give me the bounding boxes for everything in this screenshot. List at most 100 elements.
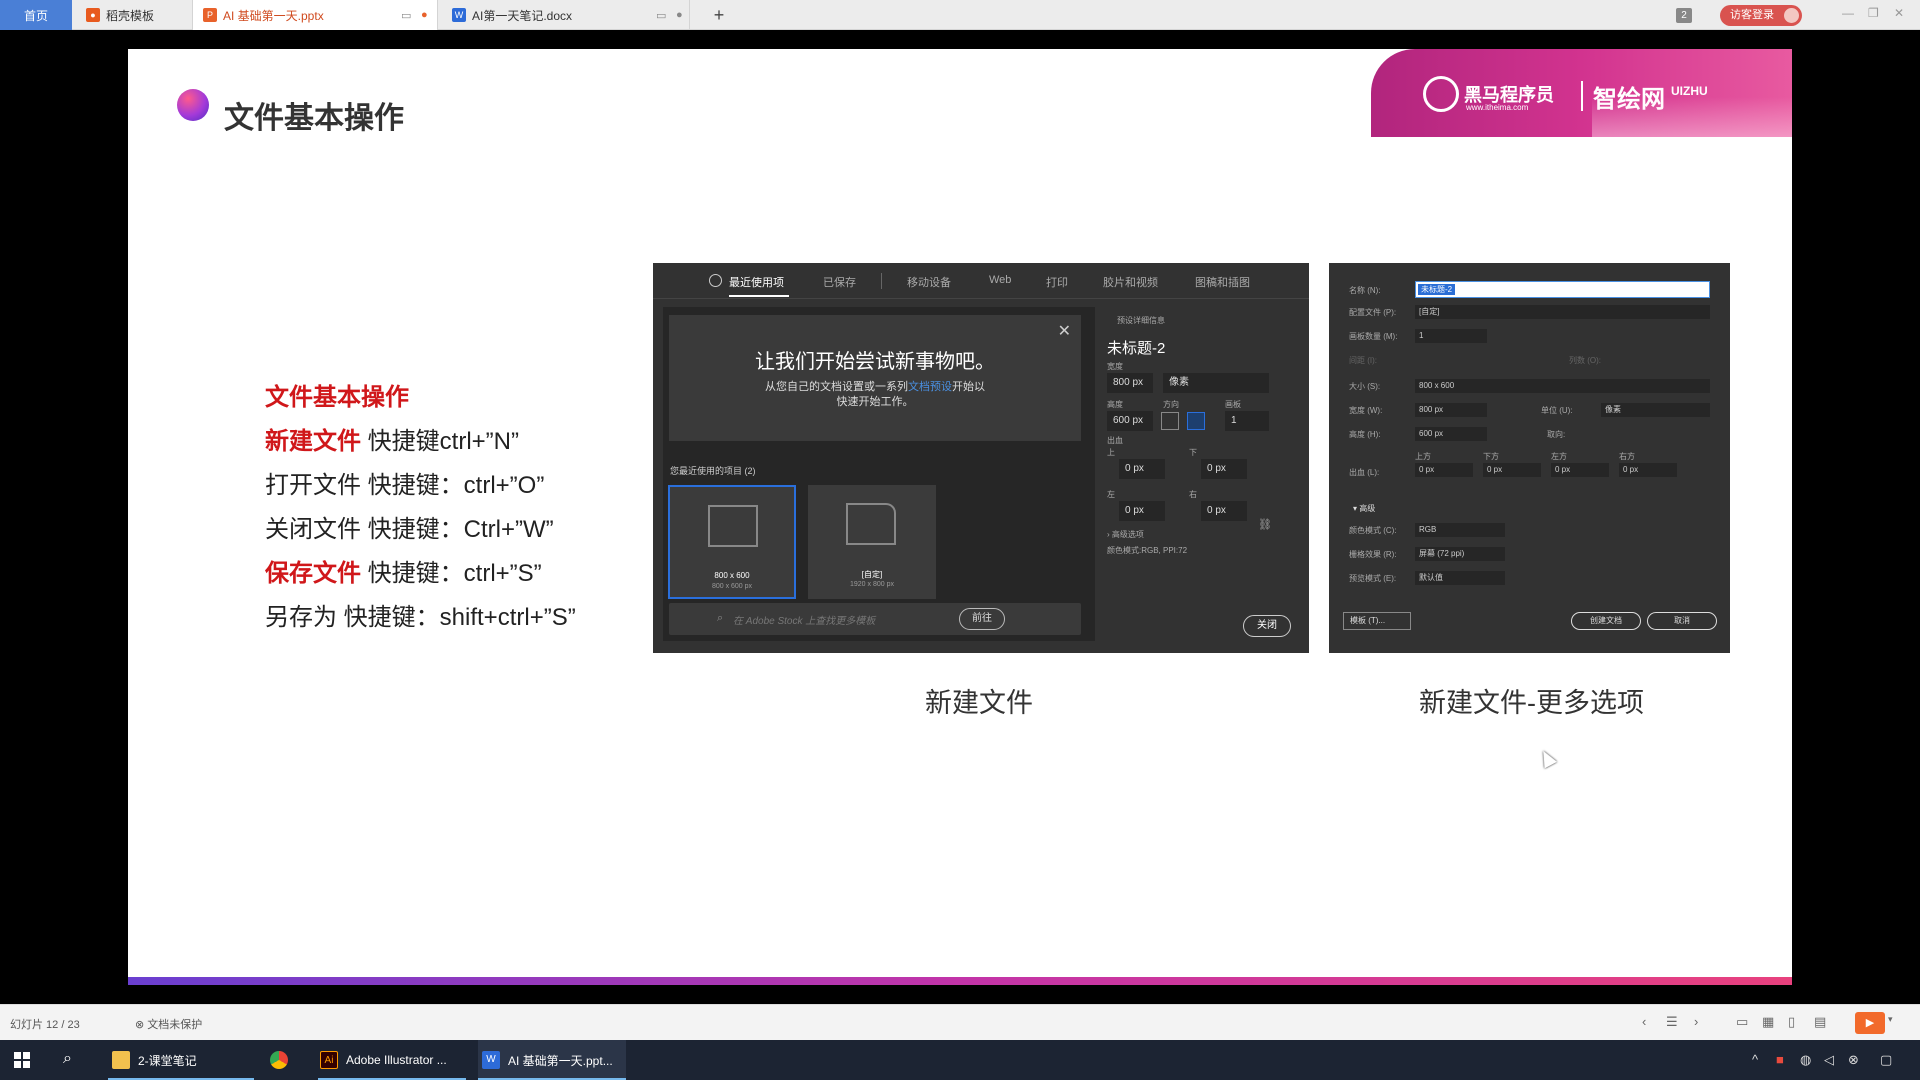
card-label: [自定] <box>861 570 883 579</box>
tab-home[interactable]: 首页 <box>0 0 72 30</box>
caption-new-file: 新建文件 <box>925 688 1033 718</box>
bleed-top-field: 0 px <box>1119 459 1165 479</box>
close-window-icon[interactable]: ✕ <box>1894 6 1904 20</box>
minimize-icon[interactable]: — <box>1842 6 1854 20</box>
notes-view-icon[interactable]: ▤ <box>1814 1014 1826 1030</box>
operation-save: 保存文件 快捷键：ctrl+”S” <box>265 560 542 587</box>
size-select: 800 x 600 <box>1415 379 1710 393</box>
close-tab-icon[interactable]: ● <box>676 9 683 21</box>
artboards-label: 画板 <box>1225 400 1241 409</box>
color-mode-info: 颜色模式:RGB, PPI:72 <box>1107 546 1188 555</box>
units-select: 像素 <box>1601 403 1710 417</box>
browser-tab-bar: 首页 ● 稻壳模板 P AI 基础第一天.pptx ▭ ● W AI第一天笔记.… <box>0 0 1920 30</box>
docer-icon: ● <box>86 8 100 22</box>
protection-status[interactable]: ⊗ 文档未保护 <box>135 1016 202 1032</box>
action-center-icon[interactable]: ▢ <box>1880 1052 1892 1068</box>
taskbar-item-ppt[interactable]: W AI 基础第一天.ppt... <box>478 1040 626 1080</box>
operation-heading: 文件基本操作 <box>265 384 409 411</box>
bleed-left-field: 0 px <box>1119 501 1165 521</box>
outline-icon[interactable]: ☰ <box>1666 1014 1678 1030</box>
name-label: 名称 (N): <box>1349 286 1381 295</box>
play-slideshow-button[interactable]: ▶ <box>1855 1012 1885 1034</box>
chevron-down-icon[interactable]: ▾ <box>1888 1014 1893 1025</box>
volume-icon[interactable]: ◁ <box>1824 1052 1834 1068</box>
tab-label: 稻壳模板 <box>106 8 155 23</box>
units-label: 单位 (U): <box>1541 406 1573 415</box>
width-field: 800 px <box>1107 373 1153 393</box>
template-button: 模板 (T)... <box>1343 612 1411 630</box>
wps-tray-icon[interactable]: ■ <box>1776 1052 1784 1067</box>
tab-print: 打印 <box>1046 277 1068 289</box>
taskbar-item-label: AI 基础第一天.ppt... <box>508 1053 613 1068</box>
normal-view-icon[interactable]: ▭ <box>1736 1014 1748 1030</box>
word-file-icon: W <box>452 8 466 22</box>
preset-details-panel: 预设详细信息 未标题-2 宽度 800 px 像素 高度 600 px 方向 画… <box>1105 307 1309 653</box>
reading-view-icon[interactable]: ▯ <box>1788 1014 1795 1030</box>
tab-home-label: 首页 <box>23 8 48 23</box>
width-field: 800 px <box>1415 403 1487 417</box>
width-label: 宽度 <box>1107 362 1123 371</box>
slide-counter[interactable]: 幻灯片 12 / 23 <box>10 1016 80 1032</box>
prev-slide-icon[interactable]: ‹ <box>1642 1014 1646 1029</box>
recent-items-label: 您最近使用的项目 (2) <box>670 466 756 476</box>
preview-select: 默认值 <box>1415 571 1505 585</box>
unsaved-dot-icon[interactable]: ● <box>421 9 428 21</box>
artboards-label: 画板数量 (M): <box>1349 332 1398 341</box>
chevron-up-icon[interactable]: ^ <box>1752 1052 1758 1067</box>
welcome-headline: 让我们开始尝试新事物吧。 <box>755 351 995 373</box>
tab-film: 胶片和视频 <box>1103 277 1158 289</box>
tab-saved: 已保存 <box>823 277 856 289</box>
status-bar: 幻灯片 12 / 23 ⊗ 文档未保护 ‹ ☰ › ▭ ▦ ▯ ▤ ▶ ▾ <box>0 1004 1920 1040</box>
sorter-view-icon[interactable]: ▦ <box>1762 1014 1774 1030</box>
bleed-top-field: 0 px <box>1415 463 1473 477</box>
guest-login-button[interactable]: 访客登录 <box>1720 5 1802 26</box>
bleed-label: 出血 <box>1107 436 1123 445</box>
preset-tabs: 最近使用项 已保存 移动设备 Web 打印 胶片和视频 图稿和插图 <box>653 263 1309 299</box>
notification-dot-icon[interactable]: ⊗ <box>1848 1052 1859 1068</box>
advanced-options-toggle: › 高级选项 <box>1107 530 1144 539</box>
columns-label: 列数 (O): <box>1569 356 1601 365</box>
taskbar-item-notes[interactable]: 2-课堂笔记 <box>108 1040 254 1080</box>
height-label: 高度 <box>1107 400 1123 409</box>
welcome-subtext: 从您自己的文档设置或一系列文档预设开始以 <box>765 381 985 393</box>
monitor-icon[interactable]: ▭ <box>656 9 666 22</box>
tab-pptx[interactable]: P AI 基础第一天.pptx ▭ ● <box>192 0 438 30</box>
taskbar-item-chrome[interactable] <box>270 1040 300 1080</box>
brand-banner: 黑马程序员 www.itheima.com 智绘网 UIZHU <box>1371 49 1792 137</box>
window-count-badge[interactable]: 2 <box>1676 8 1692 23</box>
color-mode-select: RGB <box>1415 523 1505 537</box>
add-tab-button[interactable]: + <box>708 4 730 26</box>
brand-url: www.itheima.com <box>1466 103 1529 112</box>
spacing-label: 间距 (I): <box>1349 356 1377 365</box>
restore-icon[interactable]: ❐ <box>1868 6 1879 20</box>
tab-art: 图稿和插图 <box>1195 277 1250 289</box>
name-field: 未标题-2 <box>1415 281 1710 298</box>
create-document-button: 创建文档 <box>1571 612 1641 630</box>
operation-new: 新建文件 快捷键ctrl+”N” <box>265 428 519 455</box>
tab-template[interactable]: ● 稻壳模板 <box>76 0 188 30</box>
next-slide-icon[interactable]: › <box>1694 1014 1698 1029</box>
taskbar-item-label: Adobe Illustrator ... <box>346 1053 447 1067</box>
network-icon[interactable]: ◍ <box>1800 1052 1811 1068</box>
card-size: 1920 x 800 px <box>850 581 894 588</box>
ppt-file-icon: P <box>203 8 217 22</box>
bleed-right-field: 0 px <box>1201 501 1247 521</box>
tab-docx[interactable]: W AI第一天笔记.docx ▭ ● <box>442 0 690 30</box>
bleed-label: 出血 (L): <box>1349 468 1380 477</box>
taskbar-item-illustrator[interactable]: Ai Adobe Illustrator ... <box>318 1040 466 1080</box>
go-button: 前往 <box>959 608 1005 630</box>
welcome-card: ✕ 让我们开始尝试新事物吧。 从您自己的文档设置或一系列文档预设开始以 快速开始… <box>669 315 1081 441</box>
taskbar-item-label: 2-课堂笔记 <box>138 1053 197 1068</box>
bleed-bottom-label: 下方 <box>1483 452 1499 461</box>
recent-item-card: [自定] 1920 x 800 px <box>808 485 936 599</box>
monitor-icon[interactable]: ▭ <box>401 9 411 22</box>
windows-start-icon[interactable] <box>14 1052 30 1068</box>
bleed-top-label: 上方 <box>1415 452 1431 461</box>
cancel-button: 取消 <box>1647 612 1717 630</box>
height-label: 高度 (H): <box>1349 430 1381 439</box>
login-label: 访客登录 <box>1730 9 1774 21</box>
stock-search-bar: ⌕ 在 Adobe Stock 上查找更多模板 前往 <box>669 603 1081 635</box>
search-icon[interactable]: ⌕ <box>63 1050 72 1068</box>
recent-item-card: 800 x 600 800 x 600 px <box>668 485 796 599</box>
slide[interactable]: 文件基本操作 黑马程序员 www.itheima.com 智绘网 UIZHU 文… <box>128 49 1792 985</box>
